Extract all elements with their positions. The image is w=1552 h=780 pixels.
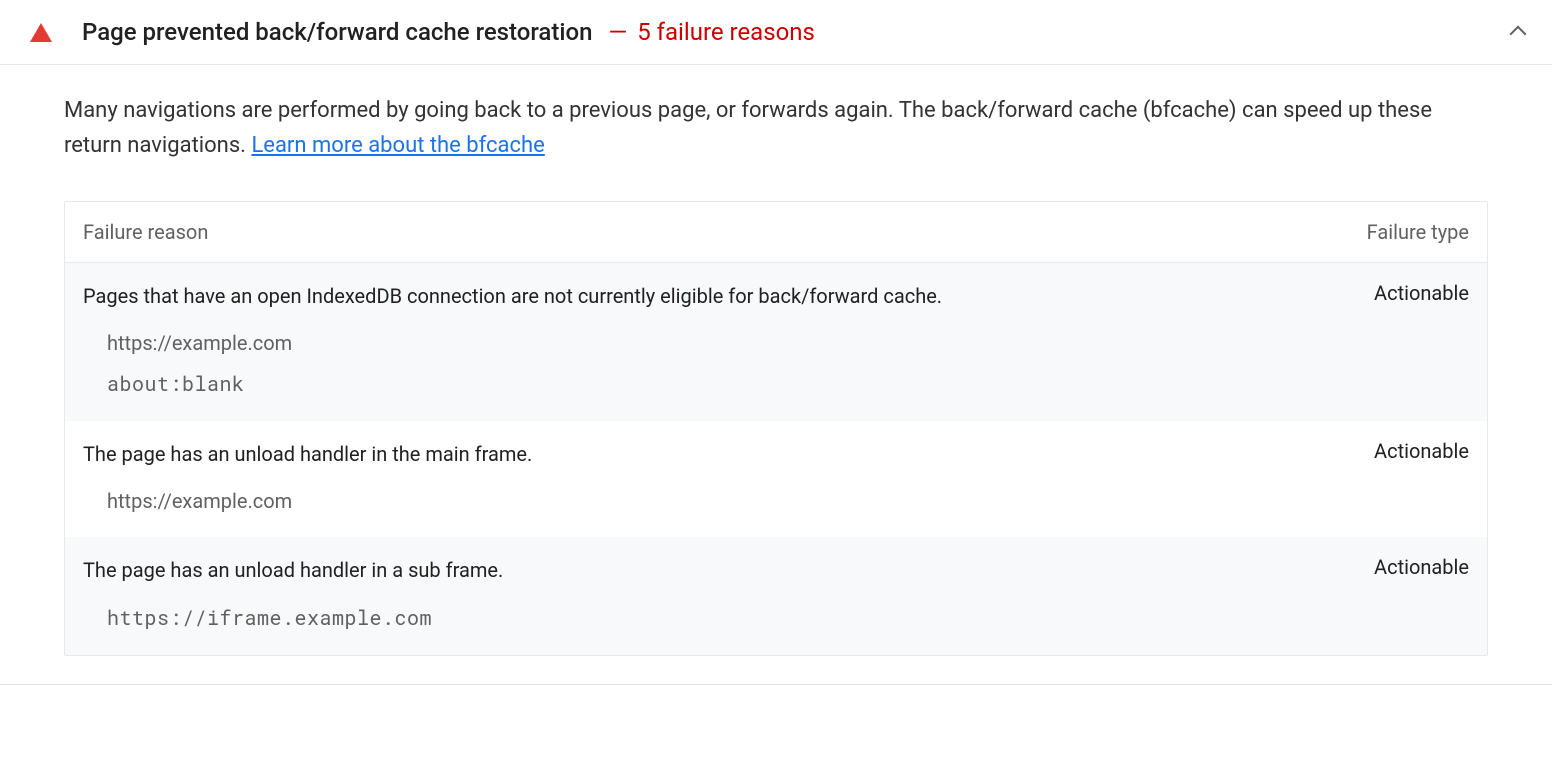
url-list: https://example.com	[83, 489, 1469, 513]
table-row: The page has an unload handler in the ma…	[65, 421, 1487, 537]
failure-reason-text: The page has an unload handler in a sub …	[83, 555, 1289, 585]
failure-count-label: 5 failure reasons	[637, 18, 815, 46]
table-row: The page has an unload handler in a sub …	[65, 537, 1487, 655]
failure-reason-text: Pages that have an open IndexedDB connec…	[83, 281, 1289, 311]
url-item: https://iframe.example.com	[107, 605, 1469, 631]
url-item: https://example.com	[107, 489, 1469, 513]
column-header-reason: Failure reason	[83, 220, 1289, 244]
table-header: Failure reason Failure type	[65, 202, 1487, 263]
fail-triangle-icon	[30, 23, 52, 42]
separator: —	[608, 18, 627, 46]
column-header-type: Failure type	[1289, 220, 1469, 244]
learn-more-link[interactable]: Learn more about the bfcache	[251, 133, 544, 158]
audit-header[interactable]: Page prevented back/forward cache restor…	[0, 0, 1552, 65]
audit-description: Many navigations are performed by going …	[64, 93, 1488, 163]
failure-type-text: Actionable	[1289, 555, 1469, 579]
failure-type-text: Actionable	[1289, 281, 1469, 305]
failure-table: Failure reason Failure type Pages that h…	[64, 201, 1488, 656]
failure-type-text: Actionable	[1289, 439, 1469, 463]
url-item: https://example.com	[107, 331, 1469, 355]
failure-reason-text: The page has an unload handler in the ma…	[83, 439, 1289, 469]
url-item: about:blank	[107, 371, 1469, 397]
url-list: https://example.com about:blank	[83, 331, 1469, 397]
url-list: https://iframe.example.com	[83, 605, 1469, 631]
table-row: Pages that have an open IndexedDB connec…	[65, 263, 1487, 421]
chevron-up-icon[interactable]	[1510, 23, 1528, 41]
audit-body: Many navigations are performed by going …	[0, 65, 1552, 685]
audit-title: Page prevented back/forward cache restor…	[82, 18, 592, 46]
